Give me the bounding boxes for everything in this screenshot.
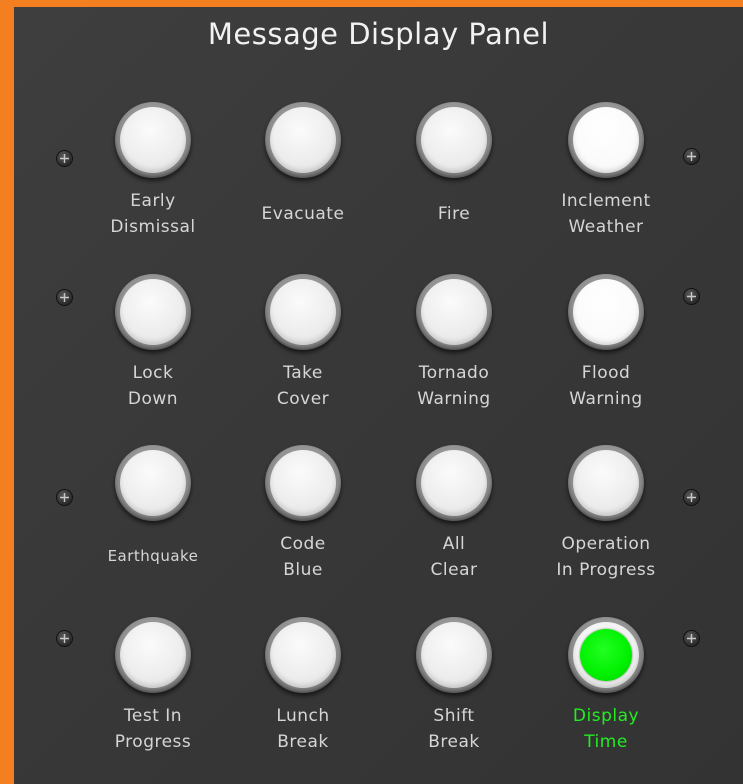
button-bezel — [115, 274, 191, 350]
button-bezel — [416, 445, 492, 521]
button-label: Code Blue — [280, 534, 326, 580]
button-bezel — [265, 274, 341, 350]
button-label: Tornado Warning — [417, 363, 491, 409]
button-label: Take Cover — [276, 363, 330, 409]
button-label: Shift Break — [428, 706, 480, 752]
test-in-progress-button[interactable]: Test In Progress — [73, 617, 233, 777]
screw-icon — [684, 289, 699, 304]
panel-title: Message Display Panel — [207, 17, 550, 51]
screw-icon — [684, 490, 699, 505]
button-bezel — [416, 617, 492, 693]
button-label: Lock Down — [127, 363, 179, 409]
button-label: Earthquake — [107, 547, 199, 565]
evacuate-button[interactable]: Evacuate — [223, 102, 383, 262]
button-bezel — [568, 445, 644, 521]
button-bezel — [115, 102, 191, 178]
tornado-warning-button[interactable]: Tornado Warning — [374, 274, 534, 434]
button-bezel — [568, 274, 644, 350]
button-cap — [120, 622, 186, 688]
button-cap — [270, 279, 336, 345]
button-bezel — [115, 445, 191, 521]
screw-icon — [57, 290, 72, 305]
button-label: All Clear — [430, 534, 478, 580]
button-label: Operation In Progress — [556, 534, 656, 580]
screw-icon — [57, 631, 72, 646]
screw-icon — [57, 151, 72, 166]
button-bezel — [265, 445, 341, 521]
lock-down-button[interactable]: Lock Down — [73, 274, 233, 434]
shift-break-button[interactable]: Shift Break — [374, 617, 534, 777]
button-cap — [120, 107, 186, 173]
button-cap — [421, 279, 487, 345]
button-cap — [573, 107, 639, 173]
button-bezel — [115, 617, 191, 693]
button-cap — [573, 279, 639, 345]
button-label: Display Time — [572, 706, 640, 752]
button-label: Fire — [437, 204, 471, 224]
early-dismissal-button[interactable]: Early Dismissal — [73, 102, 233, 262]
operation-in-progress-button[interactable]: Operation In Progress — [526, 445, 686, 605]
button-cap — [270, 622, 336, 688]
screw-icon — [684, 631, 699, 646]
green-indicator-light — [580, 629, 632, 681]
all-clear-button[interactable]: All Clear — [374, 445, 534, 605]
button-bezel — [265, 102, 341, 178]
button-label: Early Dismissal — [110, 191, 196, 237]
button-cap — [573, 450, 639, 516]
code-blue-button[interactable]: Code Blue — [223, 445, 383, 605]
button-cap — [421, 107, 487, 173]
button-cap — [421, 622, 487, 688]
button-bezel — [416, 274, 492, 350]
button-cap — [120, 279, 186, 345]
take-cover-button[interactable]: Take Cover — [223, 274, 383, 434]
lunch-break-button[interactable]: Lunch Break — [223, 617, 383, 777]
button-label: Flood Warning — [569, 363, 643, 409]
button-label: Test In Progress — [114, 706, 192, 752]
button-cap — [120, 450, 186, 516]
screw-icon — [57, 490, 72, 505]
inclement-weather-button[interactable]: Inclement Weather — [526, 102, 686, 262]
button-cap — [270, 450, 336, 516]
message-display-panel: Message Display Panel Early Dismissal Ev… — [14, 7, 743, 784]
flood-warning-button[interactable]: Flood Warning — [526, 274, 686, 434]
button-cap — [573, 622, 639, 688]
earthquake-button[interactable]: Earthquake — [73, 445, 233, 605]
button-bezel — [416, 102, 492, 178]
display-time-button[interactable]: Display Time — [526, 617, 686, 777]
button-label: Lunch Break — [276, 706, 330, 752]
button-bezel — [568, 102, 644, 178]
button-label: Inclement Weather — [561, 191, 651, 237]
screw-icon — [684, 149, 699, 164]
button-label: Evacuate — [261, 204, 345, 224]
button-cap — [421, 450, 487, 516]
button-bezel — [265, 617, 341, 693]
button-bezel — [568, 617, 644, 693]
button-cap — [270, 107, 336, 173]
fire-button[interactable]: Fire — [374, 102, 534, 262]
